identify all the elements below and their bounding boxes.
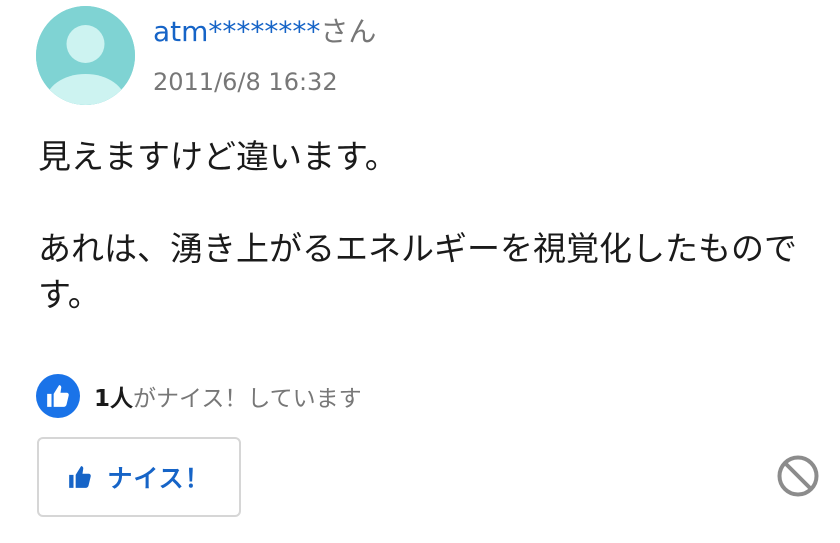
post-timestamp: 2011/6/8 16:32 (153, 68, 338, 96)
answer-card: atm********さん 2011/6/8 16:32 見えますけど違います。… (0, 0, 840, 543)
avatar[interactable] (36, 6, 135, 105)
user-avatar-icon (36, 6, 135, 105)
thumbs-up-icon (67, 464, 93, 490)
author-name-link[interactable]: atm******** (153, 15, 320, 48)
author-honorific: さん (320, 15, 377, 48)
reaction-count: 1人 (94, 386, 134, 412)
thumbs-up-icon (36, 374, 80, 418)
answer-paragraph: あれは、湧き上がるエネルギーを視覚化したものです。 (38, 229, 797, 314)
reaction-text: がナイス！しています (133, 386, 362, 412)
answer-body: 見えますけど違います。 あれは、湧き上がるエネルギーを視覚化したものです。 (38, 134, 828, 318)
nice-button[interactable]: ナイス！ (37, 437, 241, 517)
nice-button-label: ナイス！ (107, 464, 211, 493)
prohibited-icon (777, 455, 819, 497)
report-button[interactable] (776, 454, 820, 498)
answer-paragraph: 見えますけど違います。 (38, 137, 398, 176)
author-line: atm********さん (153, 14, 376, 50)
reaction-summary: 1人 がナイス！しています (36, 374, 362, 418)
